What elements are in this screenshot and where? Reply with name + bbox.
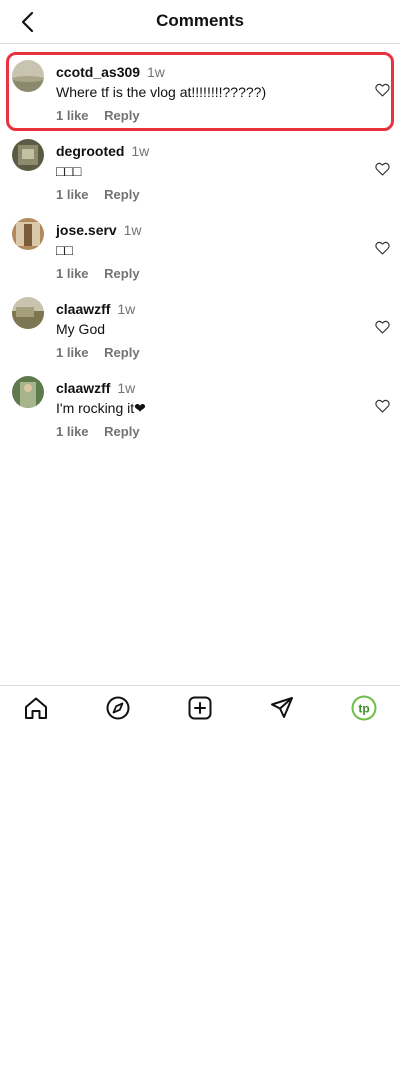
avatar[interactable] — [12, 297, 44, 329]
send-icon[interactable] — [269, 695, 295, 721]
comment-text: My God — [56, 321, 106, 337]
like-count[interactable]: 1 like — [56, 187, 89, 202]
profile-avatar[interactable]: tp — [351, 695, 377, 721]
like-count[interactable]: 1 like — [56, 108, 89, 123]
comment-item: claawzff 1w My God 1 like Reply — [0, 289, 400, 368]
comment-username[interactable]: claawzff — [56, 380, 110, 396]
reply-button[interactable]: Reply — [104, 266, 139, 281]
comment-username[interactable]: claawzff — [56, 301, 110, 317]
like-count[interactable]: 1 like — [56, 266, 89, 281]
avatar[interactable] — [12, 139, 44, 171]
comment-item: ccotd_as309 1w Where tf is the vlog at!!… — [6, 52, 394, 131]
comment-username[interactable]: degrooted — [56, 143, 124, 159]
comment-list: ccotd_as309 1w Where tf is the vlog at!!… — [0, 52, 400, 447]
heart-icon[interactable] — [375, 241, 390, 255]
heart-icon[interactable] — [375, 162, 390, 176]
comment-time: 1w — [117, 301, 136, 317]
heart-icon[interactable] — [375, 399, 390, 413]
comment-username[interactable]: ccotd_as309 — [56, 64, 140, 80]
comment-time: 1w — [146, 64, 165, 80]
avatar[interactable] — [12, 218, 44, 250]
avatar[interactable] — [12, 60, 44, 92]
reply-button[interactable]: Reply — [104, 187, 139, 202]
comment-item: claawzff 1w I'm rocking it❤ 1 like Reply — [0, 368, 400, 447]
reply-button[interactable]: Reply — [104, 424, 139, 439]
profile-initials: tp — [358, 702, 369, 716]
comment-text: □□ — [56, 242, 73, 258]
home-icon[interactable] — [23, 695, 49, 721]
reply-button[interactable]: Reply — [104, 108, 139, 123]
comment-time: 1w — [131, 143, 150, 159]
compass-icon[interactable] — [105, 695, 131, 721]
profile-icon: tp — [351, 695, 377, 721]
comment-text: □□□ — [56, 163, 82, 179]
reply-button[interactable]: Reply — [104, 345, 139, 360]
comment-item: jose.serv 1w □□ 1 like Reply — [0, 210, 400, 289]
comment-item: degrooted 1w □□□ 1 like Reply — [0, 131, 400, 210]
like-count[interactable]: 1 like — [56, 424, 89, 439]
comment-username[interactable]: jose.serv — [56, 222, 117, 238]
header: Comments — [0, 0, 400, 44]
like-count[interactable]: 1 like — [56, 345, 89, 360]
new-post-icon[interactable] — [187, 695, 213, 721]
comment-text: I'm rocking it❤ — [56, 400, 146, 416]
avatar[interactable] — [12, 376, 44, 408]
comment-text: Where tf is the vlog at!!!!!!!!?????) — [56, 84, 267, 100]
comment-time: 1w — [117, 380, 136, 396]
heart-icon[interactable] — [375, 83, 390, 97]
heart-icon[interactable] — [375, 320, 390, 334]
page-title: Comments — [156, 11, 244, 30]
bottom-navigation: tp — [0, 685, 400, 731]
comment-time: 1w — [123, 222, 142, 238]
